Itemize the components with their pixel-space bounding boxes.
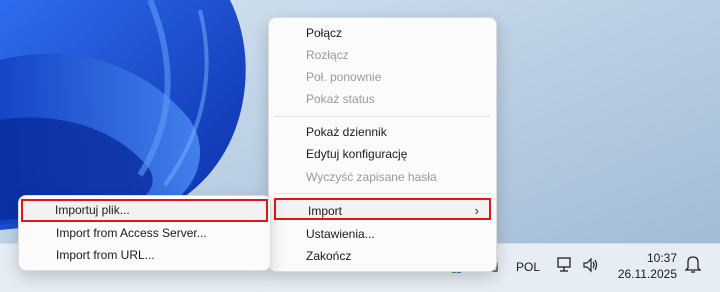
clock-date: 26.11.2025	[617, 267, 677, 281]
menu-item-settings[interactable]: Ustawienia...	[274, 223, 491, 245]
menu-item-edit-config[interactable]: Edytuj konfigurację	[274, 143, 491, 165]
network-icon[interactable]	[557, 257, 575, 273]
submenu-item-import-access-server[interactable]: Import from Access Server...	[24, 222, 265, 244]
menu-item-clear-passwords: Wyczyść zapisane hasła	[306, 170, 437, 184]
volume-icon[interactable]	[582, 257, 600, 273]
language-indicator[interactable]: POL	[516, 260, 540, 274]
system-clock[interactable]: 10:37 26.11.2025	[613, 250, 677, 282]
clock-time: 10:37	[646, 251, 677, 265]
notification-icon[interactable]	[684, 254, 702, 274]
submenu-item-import-file[interactable]: Importuj plik...	[21, 199, 268, 222]
menu-item-disconnect: Rozłącz	[306, 48, 349, 62]
menu-item-exit[interactable]: Zakończ	[274, 245, 491, 267]
menu-item-show-status: Pokaż status	[306, 92, 375, 106]
tray-context-menu: Połącz Rozłącz Poł. ponownie Pokaż statu…	[268, 17, 497, 272]
menu-separator	[274, 116, 491, 117]
menu-item-show-log[interactable]: Pokaż dziennik	[274, 121, 491, 143]
submenu-chevron-icon: ›	[474, 203, 479, 218]
menu-item-import-label: Import	[308, 204, 343, 218]
import-submenu: Importuj plik... Import from Access Serv…	[18, 195, 271, 271]
menu-item-reconnect: Poł. ponownie	[306, 70, 382, 84]
menu-item-connect[interactable]: Połącz	[274, 22, 491, 44]
submenu-item-import-url[interactable]: Import from URL...	[24, 244, 265, 266]
menu-item-import[interactable]: Import ›	[274, 198, 491, 220]
menu-separator	[274, 193, 491, 194]
